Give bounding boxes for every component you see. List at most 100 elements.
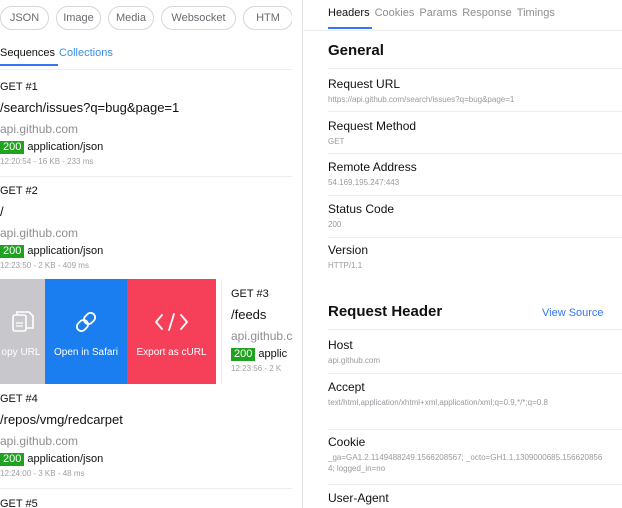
request-path: /repos/vmg/redcarpet — [0, 412, 123, 427]
copy-url-button[interactable]: opy URL — [0, 279, 45, 384]
divider — [0, 488, 292, 489]
field-request-method: Request Method GET — [328, 119, 608, 147]
divider — [328, 68, 622, 69]
field-remote-address: Remote Address 54.169.195.247:443 — [328, 160, 608, 188]
divider — [0, 176, 292, 177]
request-host: api.github.com — [0, 122, 79, 136]
request-meta: 12:20:54 - 16 KB - 233 ms — [0, 157, 94, 166]
request-status-line: 200 application/json — [0, 452, 292, 466]
divider — [328, 153, 622, 154]
request-method: GET #5 — [0, 498, 38, 508]
filter-chip-image[interactable]: Image — [56, 6, 101, 30]
field-value[interactable]: text/html,application/xhtml+xml,applicat… — [328, 397, 608, 408]
status-badge: 200 — [0, 245, 25, 258]
divider — [328, 373, 622, 374]
tab-timings[interactable]: Timings — [517, 7, 555, 19]
filter-chip-websocket[interactable]: Websocket — [161, 6, 236, 30]
request-host: api.github.c — [231, 329, 292, 343]
field-status-code: Status Code 200 — [328, 202, 608, 230]
field-key: Request Method — [328, 119, 417, 133]
open-in-safari-button[interactable]: Open in Safari — [45, 279, 127, 384]
request-status-line: 200 applic — [231, 347, 292, 361]
view-source-link[interactable]: View Source — [542, 307, 604, 319]
request-row[interactable]: GET #3 /feeds api.github.c 200 applic 12:… — [231, 287, 292, 374]
field-value[interactable]: 200 — [328, 219, 608, 230]
field-key: Cookie — [328, 435, 366, 449]
tab-collections[interactable]: Collections — [59, 47, 113, 59]
segment-underline — [0, 64, 58, 66]
content-type: application/json — [27, 141, 104, 153]
request-method: GET #2 — [0, 185, 38, 197]
field-key: User-Agent — [328, 491, 389, 505]
status-badge: 200 — [0, 141, 25, 154]
section-title-general: General — [328, 42, 384, 59]
code-icon — [127, 309, 216, 335]
divider — [328, 329, 622, 330]
link-icon — [45, 309, 127, 335]
list-segment-control: Sequences Collections — [0, 47, 113, 59]
tab-response[interactable]: Response — [462, 7, 512, 19]
tab-cookies[interactable]: Cookies — [375, 7, 415, 19]
field-value[interactable]: https://api.github.com/search/issues?q=b… — [328, 94, 608, 105]
content-type: application/json — [27, 453, 104, 465]
request-status-line: 200 application/json — [0, 244, 292, 258]
request-method: GET #1 — [0, 81, 38, 93]
copy-icon — [0, 309, 45, 335]
content-type: application/json — [27, 245, 104, 257]
field-value[interactable]: GET — [328, 136, 608, 147]
tab-headers[interactable]: Headers — [328, 7, 370, 19]
request-method: GET #4 — [0, 393, 38, 405]
field-key: Remote Address — [328, 160, 417, 174]
divider — [328, 484, 622, 485]
request-host: api.github.com — [0, 226, 79, 240]
request-host: api.github.com — [0, 434, 79, 448]
request-status-line: 200 application/json — [0, 140, 292, 154]
section-title-request-header: Request Header — [328, 303, 443, 320]
swiped-request-row: opy URL Open in Safari Export as cURL GE… — [0, 279, 292, 384]
request-list-panel: JSON Image Media Websocket HTM Sequences… — [0, 0, 292, 508]
request-path: /search/issues?q=bug&page=1 — [0, 100, 180, 115]
export-curl-label: Export as cURL — [136, 347, 207, 358]
header-cookie: Cookie _ga=GA1.2.1149488249.1566208567; … — [328, 435, 608, 474]
header-host: Host api.github.com — [328, 338, 608, 366]
request-row[interactable]: GET #1 /search/issues?q=bug&page=1 api.g… — [0, 80, 292, 167]
header-accept: Accept text/html,application/xhtml+xml,a… — [328, 380, 608, 408]
request-meta: 12:23:50 - 2 KB - 409 ms — [0, 261, 89, 270]
divider — [303, 30, 622, 31]
request-row[interactable]: GET #5 — [0, 497, 292, 508]
tab-params[interactable]: Params — [419, 7, 457, 19]
tab-sequences[interactable]: Sequences — [0, 47, 55, 59]
divider — [328, 195, 622, 196]
status-badge: 200 — [231, 348, 256, 361]
divider — [0, 69, 292, 70]
field-key: Accept — [328, 380, 365, 394]
field-key: Status Code — [328, 202, 395, 216]
divider — [328, 429, 622, 430]
field-version: Version HTTP/1.1 — [328, 243, 608, 271]
copy-url-label: opy URL — [1, 347, 41, 358]
request-row[interactable]: GET #4 /repos/vmg/redcarpet api.github.c… — [0, 392, 292, 479]
field-value[interactable]: api.github.com — [328, 355, 608, 366]
header-user-agent: User-Agent — [328, 491, 608, 506]
detail-tabs: Headers Cookies Params Response Timings — [328, 7, 560, 19]
request-meta: 12:23:56 - 2 K — [231, 364, 282, 373]
field-request-url: Request URL https://api.github.com/searc… — [328, 77, 608, 105]
request-method: GET #3 — [231, 288, 269, 300]
filter-chip-json[interactable]: JSON — [0, 6, 49, 30]
filter-chip-media[interactable]: Media — [108, 6, 154, 30]
tab-underline — [328, 27, 372, 29]
request-row[interactable]: GET #2 / api.github.com 200 application/j… — [0, 184, 292, 271]
export-curl-button[interactable]: Export as cURL — [127, 279, 216, 384]
field-value[interactable]: 54.169.195.247:443 — [328, 177, 608, 188]
filter-chip-html[interactable]: HTM — [243, 6, 292, 30]
field-key: Version — [328, 243, 369, 257]
divider — [328, 237, 622, 238]
field-value[interactable]: HTTP/1.1 — [328, 260, 608, 271]
field-value[interactable]: _ga=GA1.2.1149488249.1566208567; _octo=G… — [328, 452, 608, 474]
open-in-safari-label: Open in Safari — [54, 347, 118, 358]
status-badge: 200 — [0, 453, 25, 466]
request-path: / — [0, 204, 4, 219]
request-path: /feeds — [231, 307, 267, 322]
request-meta: 12:24:00 - 3 KB - 48 ms — [0, 469, 85, 478]
field-key: Request URL — [328, 77, 401, 91]
